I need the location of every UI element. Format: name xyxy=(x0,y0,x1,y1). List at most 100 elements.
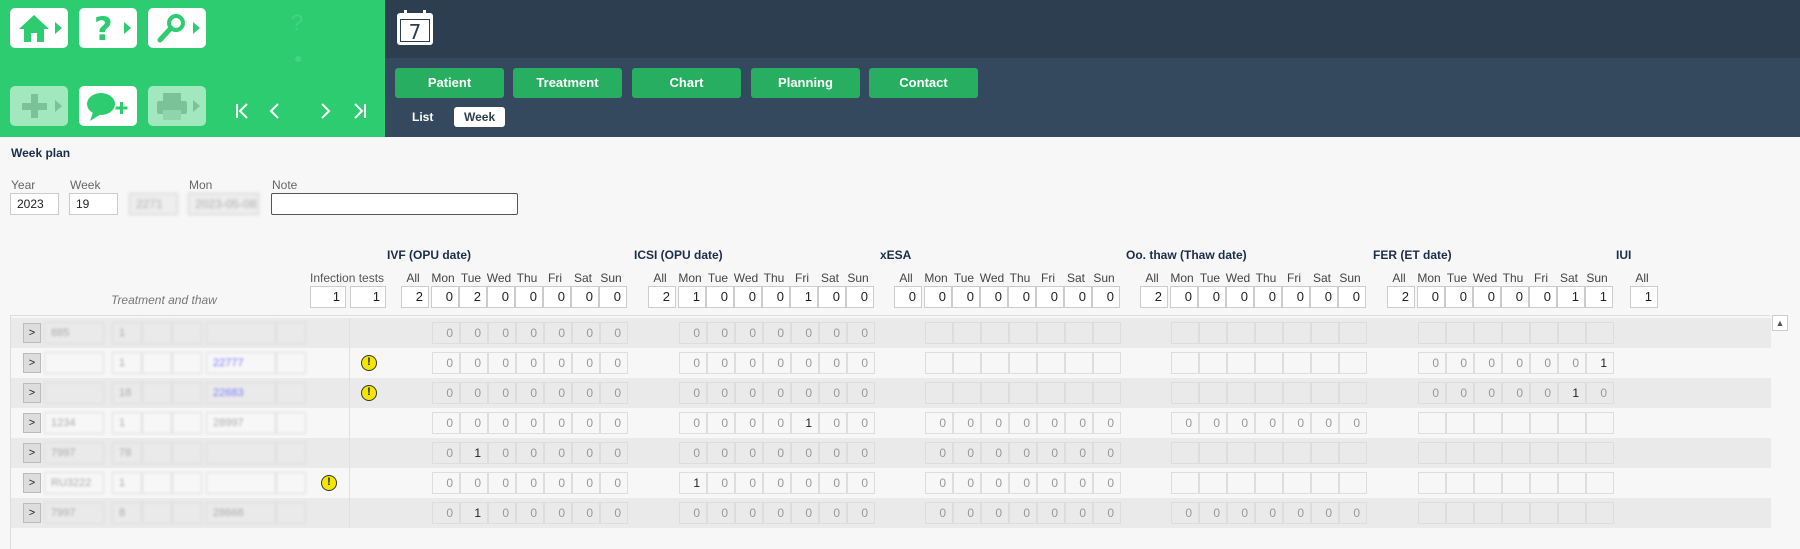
add-comment-button[interactable] xyxy=(79,86,137,126)
icsi-day-cell[interactable]: 0 xyxy=(679,322,707,344)
fer-day-cell[interactable] xyxy=(1446,472,1474,494)
xesa-day-cell[interactable]: 0 xyxy=(1093,502,1121,524)
oo-day-cell[interactable] xyxy=(1199,322,1227,344)
fer-day-cell[interactable] xyxy=(1446,442,1474,464)
fer-day-cell[interactable] xyxy=(1530,472,1558,494)
oo-day-cell[interactable] xyxy=(1255,352,1283,374)
fer-day-cell[interactable] xyxy=(1558,502,1586,524)
xesa-day-cell[interactable] xyxy=(981,352,1009,374)
add-button[interactable] xyxy=(10,86,68,126)
icsi-day-cell[interactable]: 0 xyxy=(819,382,847,404)
oo-day-cell[interactable] xyxy=(1255,322,1283,344)
fer-day-cell[interactable]: 0 xyxy=(1558,352,1586,374)
xesa-day-cell[interactable]: 0 xyxy=(1009,412,1037,434)
xesa-day-cell[interactable]: 0 xyxy=(953,502,981,524)
xesa-day-cell[interactable]: 0 xyxy=(953,472,981,494)
fer-day-cell[interactable] xyxy=(1558,412,1586,434)
ivf-day-cell[interactable]: 0 xyxy=(460,412,488,434)
fer-day-cell[interactable]: 0 xyxy=(1418,352,1446,374)
fer-day-cell[interactable] xyxy=(1418,502,1446,524)
fer-day-cell[interactable]: 0 xyxy=(1502,352,1530,374)
fer-day-cell[interactable]: 0 xyxy=(1446,352,1474,374)
xesa-day-cell[interactable] xyxy=(1093,322,1121,344)
ivf-day-cell[interactable]: 0 xyxy=(432,412,460,434)
fer-day-cell[interactable]: 0 xyxy=(1502,382,1530,404)
oo-day-cell[interactable]: 0 xyxy=(1227,502,1255,524)
oo-day-cell[interactable]: 0 xyxy=(1199,502,1227,524)
fer-day-cell[interactable] xyxy=(1502,502,1530,524)
mon-date-field[interactable]: 2023-05-08 xyxy=(188,193,259,215)
fer-day-cell[interactable] xyxy=(1502,472,1530,494)
ivf-day-cell[interactable]: 0 xyxy=(488,412,516,434)
xesa-day-cell[interactable]: 0 xyxy=(1037,472,1065,494)
fer-day-cell[interactable]: 1 xyxy=(1558,382,1586,404)
xesa-day-cell[interactable] xyxy=(1009,382,1037,404)
oo-day-cell[interactable] xyxy=(1199,382,1227,404)
xesa-day-cell[interactable] xyxy=(1065,382,1093,404)
icsi-day-cell[interactable]: 0 xyxy=(735,322,763,344)
ivf-day-cell[interactable]: 0 xyxy=(544,442,572,464)
icsi-day-cell[interactable]: 0 xyxy=(679,382,707,404)
ivf-day-cell[interactable]: 0 xyxy=(516,472,544,494)
xesa-day-cell[interactable]: 0 xyxy=(1093,442,1121,464)
last-page-icon[interactable] xyxy=(349,100,369,122)
icsi-day-cell[interactable]: 0 xyxy=(791,382,819,404)
xesa-day-cell[interactable]: 0 xyxy=(925,442,953,464)
oo-day-cell[interactable] xyxy=(1171,442,1199,464)
ivf-day-cell[interactable]: 0 xyxy=(432,382,460,404)
treatment-cell[interactable]: 22683 xyxy=(206,382,276,404)
ivf-day-cell[interactable]: 0 xyxy=(544,472,572,494)
icsi-day-cell[interactable]: 0 xyxy=(847,352,875,374)
icsi-day-cell[interactable]: 0 xyxy=(847,472,875,494)
ivf-day-cell[interactable]: 0 xyxy=(572,412,600,434)
fer-day-cell[interactable] xyxy=(1530,412,1558,434)
warning-icon[interactable]: ! xyxy=(361,355,377,371)
oo-day-cell[interactable] xyxy=(1311,472,1339,494)
xesa-day-cell[interactable]: 0 xyxy=(925,472,953,494)
xesa-day-cell[interactable] xyxy=(925,322,953,344)
xesa-day-cell[interactable] xyxy=(925,382,953,404)
oo-day-cell[interactable] xyxy=(1199,352,1227,374)
ivf-day-cell[interactable]: 0 xyxy=(544,502,572,524)
xesa-day-cell[interactable] xyxy=(981,322,1009,344)
fer-day-cell[interactable] xyxy=(1586,412,1614,434)
ivf-day-cell[interactable]: 0 xyxy=(516,382,544,404)
fer-day-cell[interactable] xyxy=(1530,442,1558,464)
fer-day-cell[interactable] xyxy=(1474,442,1502,464)
icsi-day-cell[interactable]: 0 xyxy=(735,502,763,524)
icsi-day-cell[interactable]: 0 xyxy=(707,382,735,404)
fer-day-cell[interactable] xyxy=(1474,322,1502,344)
icsi-day-cell[interactable]: 0 xyxy=(707,502,735,524)
oo-day-cell[interactable] xyxy=(1339,382,1367,404)
fer-day-cell[interactable] xyxy=(1418,322,1446,344)
ivf-day-cell[interactable]: 0 xyxy=(572,442,600,464)
xesa-day-cell[interactable] xyxy=(1065,322,1093,344)
ivf-day-cell[interactable]: 0 xyxy=(432,322,460,344)
ivf-day-cell[interactable]: 0 xyxy=(488,442,516,464)
ivf-day-cell[interactable]: 0 xyxy=(516,352,544,374)
oo-day-cell[interactable]: 0 xyxy=(1171,412,1199,434)
icsi-day-cell[interactable]: 0 xyxy=(791,352,819,374)
expand-row-button[interactable]: > xyxy=(23,323,41,343)
xesa-day-cell[interactable]: 0 xyxy=(1065,502,1093,524)
home-button[interactable] xyxy=(10,8,68,48)
ivf-day-cell[interactable]: 0 xyxy=(432,442,460,464)
oo-day-cell[interactable]: 0 xyxy=(1283,502,1311,524)
icsi-day-cell[interactable]: 0 xyxy=(707,352,735,374)
expand-row-button[interactable]: > xyxy=(23,383,41,403)
icsi-day-cell[interactable]: 0 xyxy=(847,382,875,404)
oo-day-cell[interactable]: 0 xyxy=(1311,502,1339,524)
expand-row-button[interactable]: > xyxy=(23,473,41,493)
ivf-day-cell[interactable]: 0 xyxy=(544,382,572,404)
fer-day-cell[interactable]: 0 xyxy=(1474,352,1502,374)
icsi-day-cell[interactable]: 0 xyxy=(679,442,707,464)
xesa-day-cell[interactable]: 0 xyxy=(1009,472,1037,494)
fer-day-cell[interactable] xyxy=(1586,442,1614,464)
xesa-day-cell[interactable]: 0 xyxy=(953,442,981,464)
icsi-day-cell[interactable]: 0 xyxy=(763,472,791,494)
oo-day-cell[interactable] xyxy=(1311,352,1339,374)
icsi-day-cell[interactable]: 0 xyxy=(847,412,875,434)
ivf-day-cell[interactable]: 1 xyxy=(460,502,488,524)
ivf-day-cell[interactable]: 0 xyxy=(600,412,628,434)
xesa-day-cell[interactable] xyxy=(1037,382,1065,404)
